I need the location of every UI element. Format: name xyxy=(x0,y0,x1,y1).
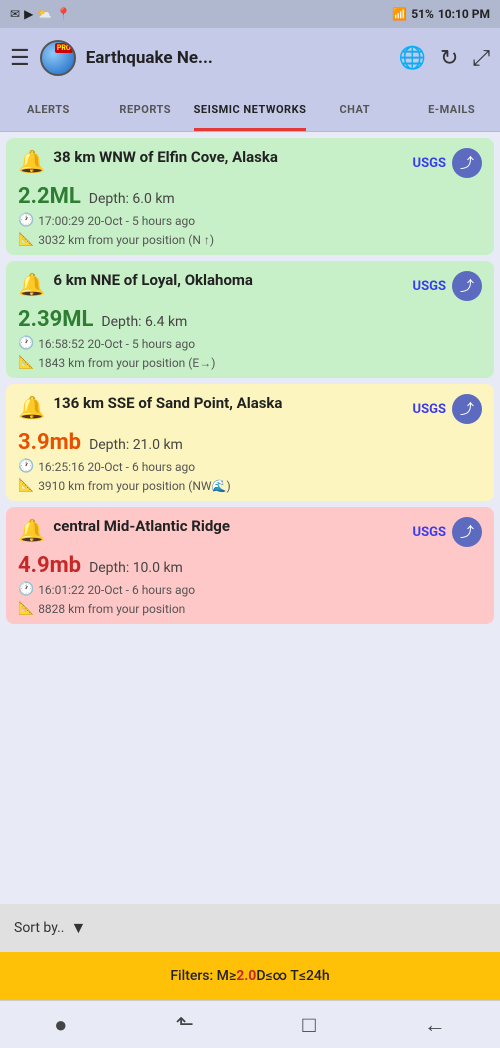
menu-button[interactable]: ☰ xyxy=(10,46,30,71)
earthquake-list: 🔔 38 km WNW of Elfin Cove, Alaska USGS ⤴… xyxy=(0,132,500,904)
time-2: 🕐 16:25:16 20-Oct - 6 hours ago xyxy=(18,459,482,474)
quake-title-0: 38 km WNW of Elfin Cove, Alaska xyxy=(53,148,278,168)
quake-icon-2: 🔔 xyxy=(18,396,45,421)
app-bar-icons: 🌐 ↻ ⤢ xyxy=(399,46,490,71)
quake-title-2: 136 km SSE of Sand Point, Alaska xyxy=(53,394,282,414)
sort-label: Sort by.. xyxy=(14,920,65,936)
card-header-1: 🔔 6 km NNE of Loyal, Oklahoma USGS ⤴ xyxy=(18,271,482,301)
status-right: 📶 51% 10:10 PM xyxy=(392,7,490,21)
nav-back-button[interactable]: ⬑ xyxy=(176,1012,194,1037)
depth-3: Depth: 10.0 km xyxy=(89,560,183,576)
nav-forward-button[interactable]: ← xyxy=(424,1012,446,1038)
distance-0: 📐 3032 km from your position (N ↑) xyxy=(18,232,482,247)
tab-bar: ALERTS REPORTS SEISMIC NETWORKS CHAT E-M… xyxy=(0,88,500,132)
play-icon: ▶ xyxy=(24,7,33,21)
magnitude-1: 2.39 xyxy=(18,307,62,332)
cloud-icon: ⛅ xyxy=(37,7,52,21)
mail-icon: ✉ xyxy=(10,7,20,21)
tab-alerts[interactable]: ALERTS xyxy=(0,88,97,131)
distance-1: 📐 1843 km from your position (E→) xyxy=(18,355,482,370)
time-3: 🕐 16:01:22 20-Oct - 6 hours ago xyxy=(18,582,482,597)
share-button-0[interactable]: ⤴ xyxy=(452,148,482,178)
source-badge-3[interactable]: USGS xyxy=(413,525,446,540)
sort-dropdown-icon[interactable]: ▼ xyxy=(71,918,87,938)
card-body-1: 2.39ML Depth: 6.4 km 🕐 16:58:52 20-Oct - … xyxy=(18,307,482,370)
filter-magnitude: 2.0 xyxy=(236,968,256,984)
compass-icon-1: 📐 xyxy=(18,355,34,370)
time-text: 10:10 PM xyxy=(438,7,490,21)
app-title: Earthquake Ne... xyxy=(86,48,389,68)
depth-2: Depth: 21.0 km xyxy=(89,437,183,453)
magnitude-3: 4.9 xyxy=(18,553,50,578)
earthquake-card-1: 🔔 6 km NNE of Loyal, Oklahoma USGS ⤴ 2.3… xyxy=(6,261,494,378)
source-badge-0[interactable]: USGS xyxy=(413,156,446,171)
share-button-2[interactable]: ⤴ xyxy=(452,394,482,424)
share-button-3[interactable]: ⤴ xyxy=(452,517,482,547)
app-bar: ☰ Earthquake Ne... 🌐 ↻ ⤢ xyxy=(0,28,500,88)
clock-icon-0: 🕐 xyxy=(18,213,34,228)
tab-reports[interactable]: REPORTS xyxy=(97,88,194,131)
mag-unit-1: ML xyxy=(62,307,93,332)
quake-title-1: 6 km NNE of Loyal, Oklahoma xyxy=(53,271,253,291)
quake-icon-1: 🔔 xyxy=(18,273,45,298)
magnitude-0: 2.2 xyxy=(18,184,50,209)
clock-icon-1: 🕐 xyxy=(18,336,34,351)
card-header-0: 🔔 38 km WNW of Elfin Cove, Alaska USGS ⤴ xyxy=(18,148,482,178)
quake-title-3: central Mid-Atlantic Ridge xyxy=(53,517,230,537)
card-body-0: 2.2ML Depth: 6.0 km 🕐 17:00:29 20-Oct - 5… xyxy=(18,184,482,247)
mag-unit-0: ML xyxy=(50,184,81,209)
magnitude-2: 3.9 xyxy=(18,430,50,455)
expand-button[interactable]: ⤢ xyxy=(472,46,490,71)
location-icon: 📍 xyxy=(56,7,71,21)
globe-button[interactable]: 🌐 xyxy=(399,46,426,71)
share-button-1[interactable]: ⤴ xyxy=(452,271,482,301)
clock-icon-2: 🕐 xyxy=(18,459,34,474)
quake-icon-3: 🔔 xyxy=(18,519,45,544)
nav-recent-button[interactable]: □ xyxy=(302,1012,315,1038)
distance-2: 📐 3910 km from your position (NW🌊) xyxy=(18,478,482,493)
earthquake-card-3: 🔔 central Mid-Atlantic Ridge USGS ⤴ 4.9m… xyxy=(6,507,494,624)
compass-icon-2: 📐 xyxy=(18,478,34,493)
refresh-button[interactable]: ↻ xyxy=(440,46,458,71)
app-logo xyxy=(40,40,76,76)
quake-icon-0: 🔔 xyxy=(18,150,45,175)
distance-3: 📐 8828 km from your position xyxy=(18,601,482,616)
tab-seismic-networks[interactable]: SEISMIC NETWORKS xyxy=(194,88,307,131)
card-body-2: 3.9mb Depth: 21.0 km 🕐 16:25:16 20-Oct - … xyxy=(18,430,482,493)
time-0: 🕐 17:00:29 20-Oct - 5 hours ago xyxy=(18,213,482,228)
nav-home-button[interactable]: ● xyxy=(54,1012,67,1038)
time-1: 🕐 16:58:52 20-Oct - 5 hours ago xyxy=(18,336,482,351)
sort-bar: Sort by.. ▼ xyxy=(0,904,500,952)
status-bar: ✉ ▶ ⛅ 📍 📶 51% 10:10 PM xyxy=(0,0,500,28)
earthquake-card-0: 🔔 38 km WNW of Elfin Cove, Alaska USGS ⤴… xyxy=(6,138,494,255)
earthquake-card-2: 🔔 136 km SSE of Sand Point, Alaska USGS … xyxy=(6,384,494,501)
tab-emails[interactable]: E-MAILS xyxy=(403,88,500,131)
mag-unit-3: mb xyxy=(50,553,81,578)
compass-icon-0: 📐 xyxy=(18,232,34,247)
source-badge-1[interactable]: USGS xyxy=(413,279,446,294)
wifi-icon: 📶 xyxy=(392,7,407,21)
tab-chat[interactable]: CHAT xyxy=(306,88,403,131)
card-header-2: 🔔 136 km SSE of Sand Point, Alaska USGS … xyxy=(18,394,482,424)
source-badge-2[interactable]: USGS xyxy=(413,402,446,417)
filter-text-suffix: D≤∞ T≤24h xyxy=(256,968,329,984)
clock-icon-3: 🕐 xyxy=(18,582,34,597)
mag-unit-2: mb xyxy=(50,430,81,455)
card-header-3: 🔔 central Mid-Atlantic Ridge USGS ⤴ xyxy=(18,517,482,547)
filter-bar: Filters: M≥2.0 D≤∞ T≤24h xyxy=(0,952,500,1000)
battery-text: 51% xyxy=(411,7,434,21)
status-left-icons: ✉ ▶ ⛅ 📍 xyxy=(10,7,71,21)
card-body-3: 4.9mb Depth: 10.0 km 🕐 16:01:22 20-Oct - … xyxy=(18,553,482,616)
compass-icon-3: 📐 xyxy=(18,601,34,616)
filter-text-prefix: Filters: M≥ xyxy=(170,968,236,984)
depth-0: Depth: 6.0 km xyxy=(89,191,175,207)
bottom-nav: ● ⬑ □ ← xyxy=(0,1000,500,1048)
depth-1: Depth: 6.4 km xyxy=(101,314,187,330)
